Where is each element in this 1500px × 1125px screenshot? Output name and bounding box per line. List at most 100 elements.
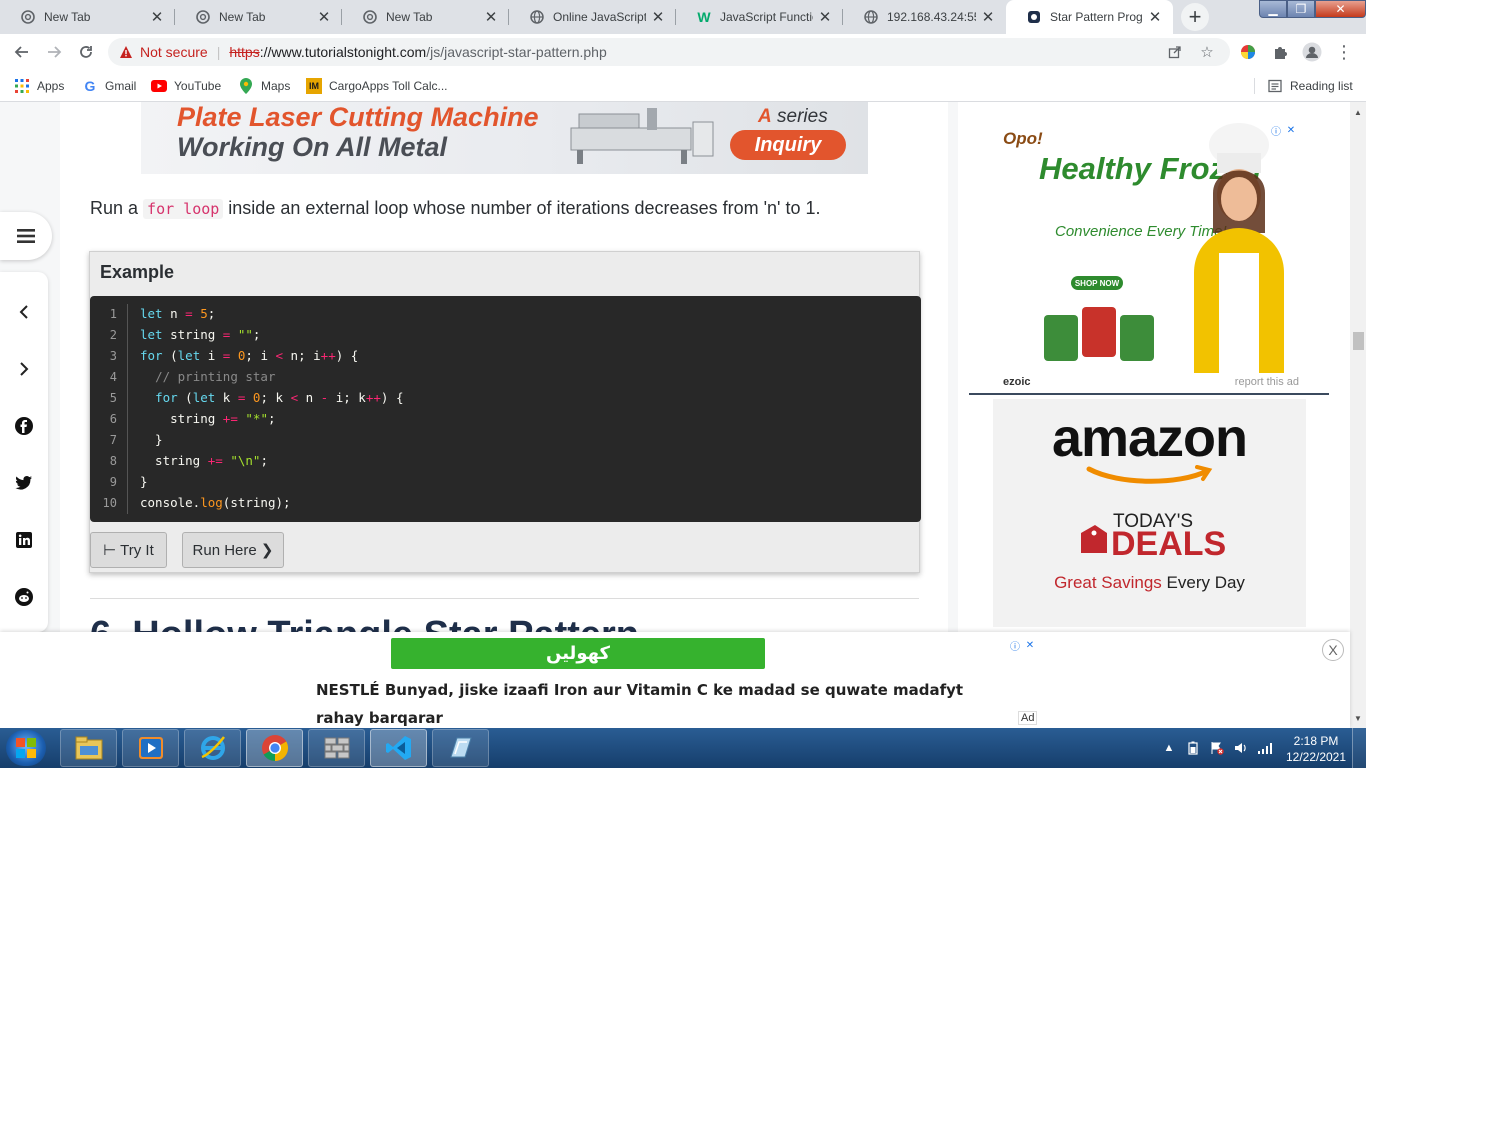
close-icon[interactable]: ✕ xyxy=(483,9,499,26)
close-icon[interactable]: ✕ xyxy=(1284,123,1298,137)
kebab-menu-icon[interactable]: ⋮ xyxy=(1330,38,1358,66)
scroll-up-arrow-icon[interactable]: ▲ xyxy=(1350,106,1366,118)
battery-icon[interactable] xyxy=(1185,740,1201,756)
tab-title: New Tab xyxy=(386,10,433,24)
show-desktop-button[interactable] xyxy=(1352,728,1366,768)
network-signal-icon[interactable] xyxy=(1257,740,1273,756)
anchor-ad-close-button[interactable]: X xyxy=(1322,639,1344,661)
close-icon[interactable]: ✕ xyxy=(980,9,996,26)
chevron-right-icon[interactable] xyxy=(12,357,36,381)
new-tab-button[interactable]: + xyxy=(1181,3,1209,31)
bookmark-youtube[interactable]: YouTube xyxy=(151,77,221,95)
sidebar-ad-opo[interactable]: Opo! Healthy Frozen Convenience Every Ti… xyxy=(999,123,1299,373)
internet-explorer-icon xyxy=(200,736,225,760)
taskbar-app-bricks[interactable] xyxy=(308,729,365,767)
ezoic-label[interactable]: ezoic xyxy=(1003,376,1031,388)
tab-local-ip[interactable]: 192.168.43.24:5555 ✕ xyxy=(843,0,1006,34)
security-label[interactable]: Not secure xyxy=(140,44,208,60)
bookmark-label: Gmail xyxy=(105,79,137,93)
anchor-ad-open-button[interactable]: کھولیں xyxy=(391,638,765,669)
hamburger-menu-button[interactable] xyxy=(0,212,52,260)
taskbar-chrome[interactable] xyxy=(246,729,303,767)
action-center-flag-icon[interactable] xyxy=(1209,740,1225,756)
info-icon[interactable]: ⓘ xyxy=(1269,123,1283,138)
series-word: series xyxy=(771,106,828,127)
bookmark-maps[interactable]: Maps xyxy=(238,77,290,95)
globe-icon xyxy=(863,9,879,25)
share-icon[interactable] xyxy=(1167,44,1183,60)
reddit-icon[interactable] xyxy=(12,585,36,609)
chevron-left-icon[interactable] xyxy=(12,300,36,324)
line-number: 3 xyxy=(109,349,117,363)
bookmark-gmail[interactable]: G Gmail xyxy=(82,77,137,95)
tab-new-tab-3[interactable]: New Tab ✕ xyxy=(342,0,509,34)
tab-new-tab-1[interactable]: New Tab ✕ xyxy=(0,0,175,34)
color-extension-icon[interactable] xyxy=(1234,38,1262,66)
shop-now-button[interactable]: SHOP NOW xyxy=(1071,276,1123,290)
taskbar-app-glass[interactable] xyxy=(432,729,489,767)
close-icon[interactable]: ✕ xyxy=(650,9,666,26)
tab-new-tab-2[interactable]: New Tab ✕ xyxy=(175,0,342,34)
report-ad-link[interactable]: report this ad xyxy=(1235,376,1299,388)
banner-ad[interactable]: Plate Laser Cutting Machine Working On A… xyxy=(141,102,868,174)
extensions-puzzle-icon[interactable] xyxy=(1266,38,1294,66)
media-player-icon xyxy=(138,737,163,759)
address-bar[interactable]: Not secure | https://www.tutorialstonigh… xyxy=(108,38,1230,66)
banner-ad-line1: Plate Laser Cutting Machine xyxy=(177,102,539,132)
reload-button[interactable] xyxy=(72,38,100,66)
warning-icon[interactable] xyxy=(118,44,134,60)
close-icon[interactable]: ✕ xyxy=(1147,9,1163,26)
code-block[interactable]: 1 2 3 4 5 6 7 8 9 10 let n = 5; let stri… xyxy=(90,296,921,522)
clock-time[interactable]: 2:18 PM xyxy=(1284,734,1348,748)
taskbar-file-explorer[interactable] xyxy=(60,729,117,767)
line-number: 7 xyxy=(109,433,117,447)
bookmark-label: CargoApps Toll Calc... xyxy=(329,79,448,93)
forward-button[interactable] xyxy=(40,38,68,66)
reading-list-button[interactable]: Reading list xyxy=(1267,77,1353,95)
bookmark-apps[interactable]: Apps xyxy=(14,77,64,95)
close-icon[interactable]: ✕ xyxy=(149,9,165,26)
code-line: for (let i = 0; i < n; i++) { xyxy=(140,348,359,363)
taskbar-vscode[interactable] xyxy=(370,729,427,767)
screen: New Tab ✕ New Tab ✕ New Tab ✕ Online Jav… xyxy=(0,0,1366,768)
maximize-button[interactable]: ❐ xyxy=(1287,0,1315,18)
close-icon[interactable]: ✕ xyxy=(316,9,332,26)
youtube-icon xyxy=(151,78,167,94)
series-letter: A xyxy=(758,106,772,127)
example-box: Example 1 2 3 4 5 6 7 8 9 10 let n = 5; xyxy=(89,251,921,573)
inquiry-button[interactable]: Inquiry xyxy=(730,130,846,160)
vertical-scrollbar[interactable]: ▲ ▼ xyxy=(1350,102,1366,728)
reload-icon xyxy=(80,46,92,58)
volume-icon[interactable] xyxy=(1233,740,1249,756)
minimize-button[interactable]: ▁ xyxy=(1259,0,1287,18)
back-button[interactable] xyxy=(8,38,36,66)
bookmarks-bar: Apps G Gmail YouTube Maps IM CargoApps T… xyxy=(0,70,1366,102)
try-it-button[interactable]: ⊢ Try It xyxy=(90,532,167,568)
run-here-button[interactable]: Run Here ❯ xyxy=(182,532,284,568)
close-icon[interactable]: ✕ xyxy=(817,9,833,26)
info-icon[interactable]: ⓘ xyxy=(1008,638,1022,653)
taskbar-internet-explorer[interactable] xyxy=(184,729,241,767)
facebook-icon[interactable] xyxy=(12,414,36,438)
bookmark-star-icon[interactable]: ☆ xyxy=(1199,44,1215,61)
scroll-down-arrow-icon[interactable]: ▼ xyxy=(1350,712,1366,724)
linkedin-icon[interactable] xyxy=(12,528,36,552)
profile-avatar-icon[interactable] xyxy=(1298,38,1326,66)
tab-javascript-function[interactable]: W JavaScript Function ✕ xyxy=(676,0,843,34)
sidebar-ad-amazon[interactable]: amazon TODAY'S DEALS Great Savings Every… xyxy=(993,399,1306,627)
window-close-button[interactable]: ✕ xyxy=(1315,0,1366,18)
tab-star-pattern[interactable]: Star Pattern Progra ✕ xyxy=(1006,0,1173,34)
clock-date[interactable]: 12/22/2021 xyxy=(1284,750,1348,764)
twitter-icon[interactable] xyxy=(12,471,36,495)
taskbar-media-player[interactable] xyxy=(122,729,179,767)
scroll-thumb[interactable] xyxy=(1353,332,1364,350)
anchor-ad-text[interactable]: NESTLÉ Bunyad, jiske izaafi Iron aur Vit… xyxy=(316,676,1006,732)
bookmark-cargoapps[interactable]: IM CargoApps Toll Calc... xyxy=(306,77,448,95)
tab-online-javascript[interactable]: Online JavaScript C ✕ xyxy=(509,0,676,34)
start-button[interactable] xyxy=(6,730,46,766)
tagline-part1: Great Savings xyxy=(1054,573,1162,592)
show-hidden-icons-icon[interactable]: ▲ xyxy=(1161,740,1177,756)
line-number: 1 xyxy=(109,307,117,321)
example-title: Example xyxy=(100,262,175,282)
close-icon[interactable]: ✕ xyxy=(1023,638,1037,652)
